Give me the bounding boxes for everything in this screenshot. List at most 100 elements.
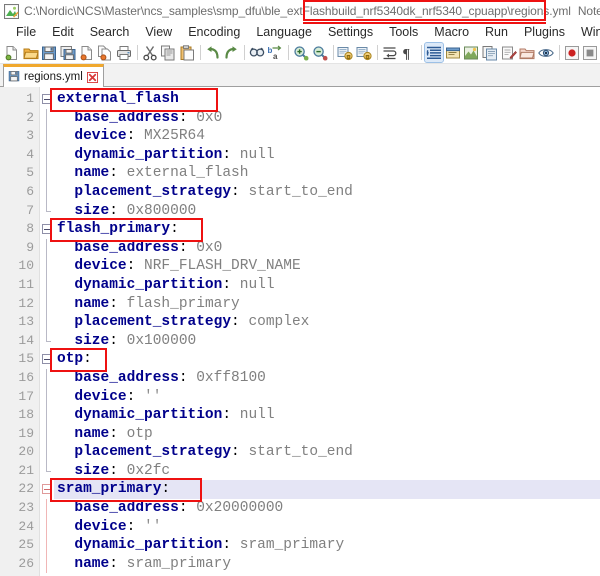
menu-file[interactable]: File [8, 25, 44, 39]
indent-guide-icon[interactable] [425, 43, 443, 62]
zoom-in-icon[interactable] [292, 43, 310, 62]
fold-marker-row[interactable] [40, 164, 54, 183]
fold-marker-row[interactable] [40, 499, 54, 518]
fold-marker-row[interactable] [40, 295, 54, 314]
sync-vertical-scroll-icon[interactable] [336, 43, 354, 62]
fold-collapse-icon[interactable] [42, 484, 52, 494]
code-line[interactable]: dynamic_partition: null [54, 276, 600, 295]
code-line[interactable]: base_address: 0xff8100 [54, 369, 600, 388]
fold-collapse-icon[interactable] [42, 224, 52, 234]
show-all-characters-icon[interactable]: ¶ [399, 43, 417, 62]
sync-horizontal-scroll-icon[interactable] [355, 43, 373, 62]
close-all-icon[interactable] [96, 43, 114, 62]
code-line[interactable]: sram_primary: [54, 480, 600, 499]
save-icon[interactable] [40, 43, 58, 62]
code-line[interactable]: dynamic_partition: sram_primary [54, 536, 600, 555]
fold-marker-row[interactable] [40, 536, 54, 555]
menu-run[interactable]: Run [477, 25, 516, 39]
editor-area[interactable]: 1234567891011121314151617181920212223242… [0, 87, 600, 576]
fold-marker-row[interactable] [40, 146, 54, 165]
code-line[interactable]: dynamic_partition: null [54, 146, 600, 165]
fold-marker-row[interactable] [40, 276, 54, 295]
code-line[interactable]: device: MX25R64 [54, 127, 600, 146]
code-line[interactable]: external_flash [54, 90, 600, 109]
code-line[interactable]: placement_strategy: start_to_end [54, 443, 600, 462]
redo-icon[interactable] [222, 43, 240, 62]
user-defined-dialog-icon[interactable] [444, 43, 462, 62]
code-line[interactable]: placement_strategy: complex [54, 313, 600, 332]
fold-marker-row[interactable] [40, 462, 54, 481]
code-line[interactable]: name: sram_primary [54, 555, 600, 574]
fold-marker-row[interactable] [40, 350, 54, 369]
code-line[interactable]: device: '' [54, 388, 600, 407]
code-line[interactable]: name: flash_primary [54, 295, 600, 314]
fold-marker-row[interactable] [40, 202, 54, 221]
undo-icon[interactable] [204, 43, 222, 62]
fold-marker-row[interactable] [40, 257, 54, 276]
fold-marker-row[interactable] [40, 425, 54, 444]
code-line[interactable]: base_address: 0x20000000 [54, 499, 600, 518]
code-line[interactable]: device: NRF_FLASH_DRV_NAME [54, 257, 600, 276]
close-file-icon[interactable] [78, 43, 96, 62]
new-file-icon[interactable] [3, 43, 21, 62]
fold-marker-row[interactable] [40, 480, 54, 499]
replace-icon[interactable]: ba [267, 43, 285, 62]
cut-icon[interactable] [141, 43, 159, 62]
menu-encoding[interactable]: Encoding [180, 25, 248, 39]
function-list-icon[interactable] [481, 43, 499, 62]
fold-collapse-icon[interactable] [42, 94, 52, 104]
fold-margin[interactable] [40, 87, 54, 576]
code-line[interactable]: flash_primary: [54, 220, 600, 239]
folder-as-workspace-icon[interactable] [518, 43, 536, 62]
show-document-map-icon[interactable] [462, 43, 480, 62]
paste-icon[interactable] [178, 43, 196, 62]
code-line[interactable]: name: external_flash [54, 164, 600, 183]
fold-marker-row[interactable] [40, 518, 54, 537]
fold-marker-row[interactable] [40, 220, 54, 239]
code-line[interactable]: otp: [54, 350, 600, 369]
menu-search[interactable]: Search [82, 25, 138, 39]
fold-collapse-icon[interactable] [42, 354, 52, 364]
code-line[interactable]: device: '' [54, 518, 600, 537]
fold-marker-row[interactable] [40, 388, 54, 407]
find-icon[interactable] [248, 43, 266, 62]
code-line[interactable]: placement_strategy: start_to_end [54, 183, 600, 202]
menu-settings[interactable]: Settings [320, 25, 381, 39]
code-line[interactable]: size: 0x2fc [54, 462, 600, 481]
fold-marker-row[interactable] [40, 313, 54, 332]
fold-marker-row[interactable] [40, 555, 54, 574]
fold-marker-row[interactable] [40, 109, 54, 128]
fold-marker-row[interactable] [40, 406, 54, 425]
menu-plugins[interactable]: Plugins [516, 25, 573, 39]
code-line[interactable]: base_address: 0x0 [54, 109, 600, 128]
fold-marker-row[interactable] [40, 332, 54, 351]
menu-tools[interactable]: Tools [381, 25, 426, 39]
code-line[interactable]: name: otp [54, 425, 600, 444]
menu-window[interactable]: Window [573, 25, 600, 39]
close-icon[interactable] [87, 72, 98, 83]
monitoring-icon[interactable] [537, 43, 555, 62]
fold-marker-row[interactable] [40, 127, 54, 146]
menu-macro[interactable]: Macro [426, 25, 477, 39]
print-icon[interactable] [115, 43, 133, 62]
start-record-macro-icon[interactable] [563, 43, 581, 62]
save-all-icon[interactable] [59, 43, 77, 62]
code-line[interactable]: dynamic_partition: null [54, 406, 600, 425]
fold-marker-row[interactable] [40, 239, 54, 258]
zoom-out-icon[interactable] [311, 43, 329, 62]
code-line[interactable]: size: 0x800000 [54, 202, 600, 221]
fold-marker-row[interactable] [40, 90, 54, 109]
fold-marker-row[interactable] [40, 369, 54, 388]
menu-language[interactable]: Language [248, 25, 320, 39]
tab-regions-yml[interactable]: regions.yml [3, 64, 104, 87]
copy-icon[interactable] [159, 43, 177, 62]
document-switcher-icon[interactable] [500, 43, 518, 62]
menu-edit[interactable]: Edit [44, 25, 82, 39]
fold-marker-row[interactable] [40, 183, 54, 202]
menu-view[interactable]: View [137, 25, 180, 39]
stop-record-macro-icon[interactable] [581, 43, 599, 62]
word-wrap-icon[interactable] [381, 43, 399, 62]
code-text[interactable]: external_flash base_address: 0x0 device:… [54, 87, 600, 576]
open-file-icon[interactable] [22, 43, 40, 62]
code-line[interactable]: size: 0x100000 [54, 332, 600, 351]
